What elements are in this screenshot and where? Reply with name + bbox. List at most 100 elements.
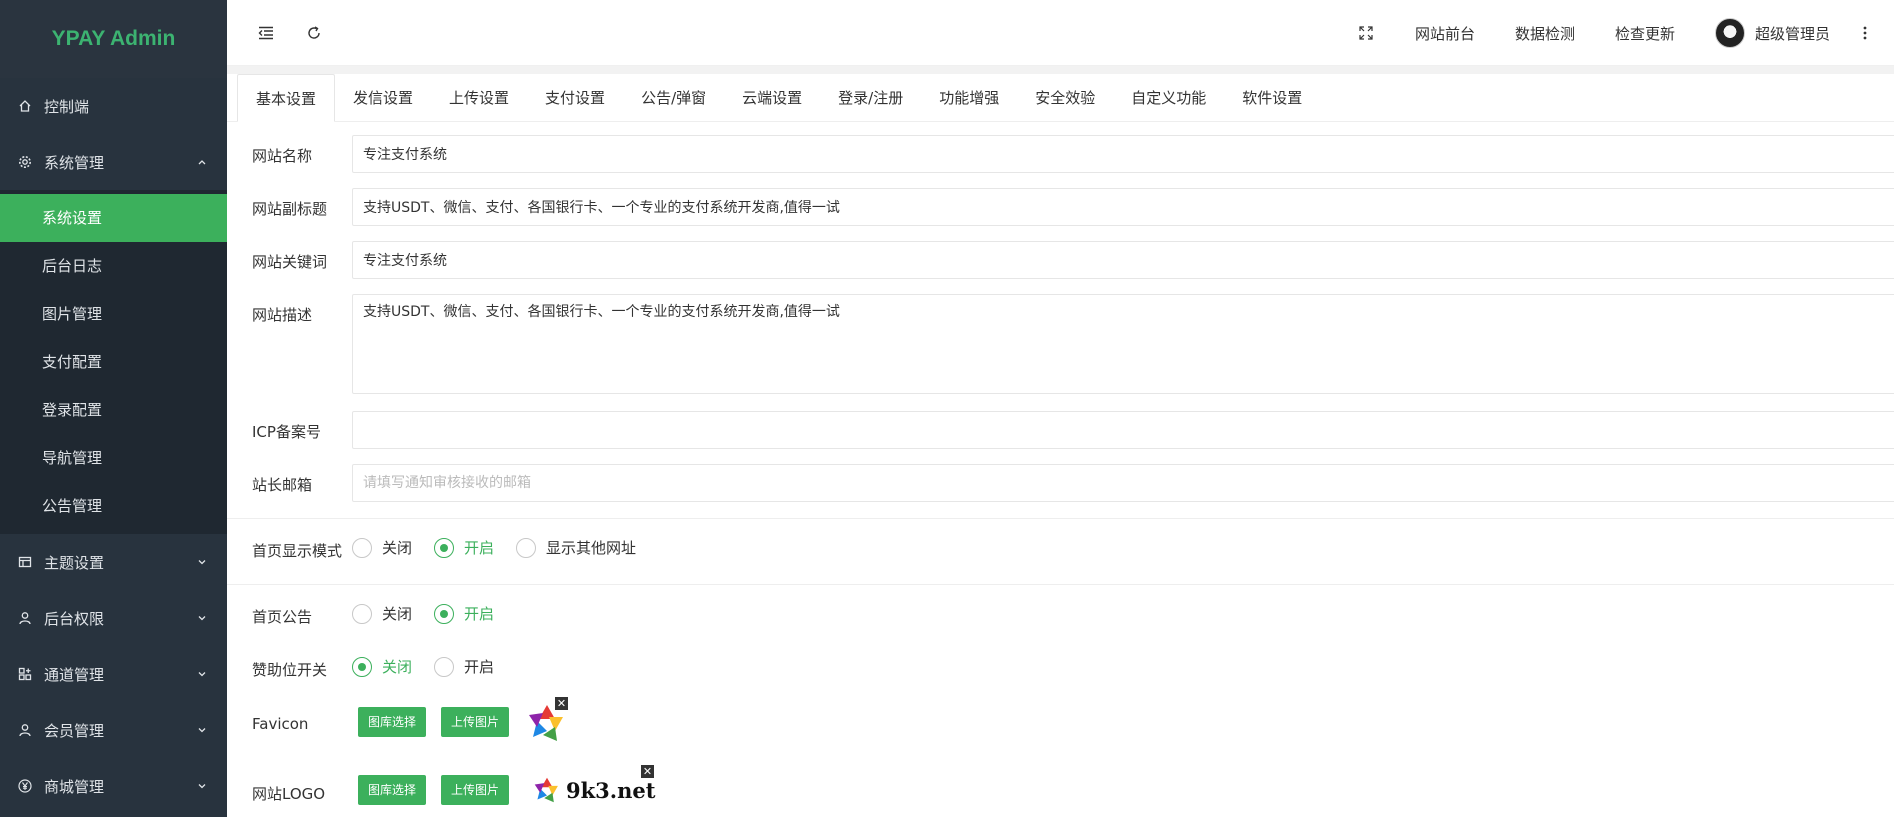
radio-circle xyxy=(434,656,455,677)
sidebar-item-label: 商城管理 xyxy=(44,777,105,796)
form-row-home-notice: 首页公告 关闭 开启 xyxy=(227,591,1894,644)
field-label: 网站副标题 xyxy=(252,200,328,218)
sidebar-subitem-nav[interactable]: 导航管理 xyxy=(0,434,227,482)
favicon-remove-close-icon[interactable]: ✕ xyxy=(555,697,568,710)
sidebar-item-dashboard[interactable]: 控制端 xyxy=(0,78,227,134)
divider xyxy=(227,584,1894,585)
tab-upload[interactable]: 上传设置 xyxy=(431,74,527,121)
form-row-site-name: 网站名称 xyxy=(227,130,1894,183)
refresh-icon[interactable] xyxy=(305,24,323,42)
sidebar-item-system[interactable]: 系统管理 xyxy=(0,134,227,190)
sidebar-item-label: 通道管理 xyxy=(44,665,105,684)
radio-label: 显示其他网址 xyxy=(546,539,637,557)
field-label: 网站关键词 xyxy=(252,253,328,271)
sidebar-item-label: 控制端 xyxy=(44,97,90,116)
admin-email-input[interactable] xyxy=(352,464,1894,502)
tab-login-register[interactable]: 登录/注册 xyxy=(820,74,921,121)
user-icon xyxy=(18,723,32,737)
logo-text: 9k3.net xyxy=(566,777,656,803)
settings-tabs: 基本设置 发信设置 上传设置 支付设置 公告/弹窗 云端设置 登录/注册 功能增… xyxy=(227,74,1894,122)
field-label: 网站名称 xyxy=(252,147,313,165)
yen-icon xyxy=(18,779,32,793)
chevron-down-icon xyxy=(195,723,209,737)
field-label: 站长邮箱 xyxy=(252,476,313,494)
site-keywords-input[interactable] xyxy=(352,241,1894,279)
settings-form: 网站名称 网站副标题 网站关键词 网站描述 支持USDT、微信、支付、各国银行卡… xyxy=(227,122,1894,817)
home-mode-radio-off[interactable]: 关闭 xyxy=(352,537,412,558)
site-name-input[interactable] xyxy=(352,135,1894,173)
avatar xyxy=(1714,18,1745,48)
sidebar-subitem-logs[interactable]: 后台日志 xyxy=(0,242,227,290)
sponsor-radio-off[interactable]: 关闭 xyxy=(352,656,412,677)
radio-circle xyxy=(352,537,372,558)
sidebar-subitem-payment[interactable]: 支付配置 xyxy=(0,338,227,386)
header-link-frontend[interactable]: 网站前台 xyxy=(1415,23,1475,44)
tab-cloud[interactable]: 云端设置 xyxy=(724,74,820,121)
tab-mail[interactable]: 发信设置 xyxy=(335,74,431,121)
sidebar-item-label: 后台权限 xyxy=(44,609,105,628)
radio-label: 关闭 xyxy=(382,605,413,623)
form-row-site-subtitle: 网站副标题 xyxy=(227,183,1894,236)
site-subtitle-input[interactable] xyxy=(352,188,1894,226)
sidebar-subitem-login[interactable]: 登录配置 xyxy=(0,386,227,434)
apps-icon xyxy=(18,667,32,681)
site-logo-preview: 9k3.net xyxy=(532,775,655,805)
home-notice-radio-off[interactable]: 关闭 xyxy=(352,603,412,624)
tab-payment[interactable]: 支付设置 xyxy=(527,74,623,121)
sidebar-item-channels[interactable]: 通道管理 xyxy=(0,646,227,702)
chevron-up-icon xyxy=(195,155,209,169)
tab-custom[interactable]: 自定义功能 xyxy=(1113,74,1224,121)
sidebar-item-members[interactable]: 会员管理 xyxy=(0,702,227,758)
field-label: 首页公告 xyxy=(252,608,313,626)
form-row-icp: ICP备案号 xyxy=(227,406,1894,459)
form-row-site-logo: 网站LOGO 图库选择 上传图片 9k3.net ✕ xyxy=(227,765,1894,817)
divider xyxy=(227,518,1894,519)
sidebar-subitem-images[interactable]: 图片管理 xyxy=(0,290,227,338)
tab-software[interactable]: 软件设置 xyxy=(1224,74,1320,121)
radio-circle xyxy=(352,603,372,624)
header-link-data-check[interactable]: 数据检测 xyxy=(1515,23,1575,44)
gear-icon xyxy=(18,155,32,169)
submenu-system: 系统设置 后台日志 图片管理 支付配置 登录配置 导航管理 公告管理 xyxy=(0,190,227,534)
header-link-check-update[interactable]: 检查更新 xyxy=(1615,23,1675,44)
sidebar-subitem-notice[interactable]: 公告管理 xyxy=(0,482,227,530)
more-vertical-icon[interactable] xyxy=(1856,24,1874,42)
sidebar: YPAY Admin 控制端 系统管理 系统设置 后台日志 图片管理 支付配置 … xyxy=(0,0,227,817)
chevron-down-icon xyxy=(195,611,209,625)
home-notice-radio-on[interactable]: 开启 xyxy=(434,603,494,624)
sidebar-item-label: 会员管理 xyxy=(44,721,105,740)
user-menu[interactable]: 超级管理员 xyxy=(1714,18,1830,48)
tab-basic[interactable]: 基本设置 xyxy=(237,74,336,122)
site-description-textarea[interactable]: 支持USDT、微信、支付、各国银行卡、一个专业的支付系统开发商,值得一试 xyxy=(352,294,1894,394)
home-icon xyxy=(18,99,32,113)
sidebar-item-theme[interactable]: 主题设置 xyxy=(0,534,227,590)
form-row-site-keywords: 网站关键词 xyxy=(227,236,1894,289)
favicon-upload-button[interactable]: 上传图片 xyxy=(441,707,510,737)
sidebar-item-label: 系统管理 xyxy=(44,153,105,172)
content-gap xyxy=(227,66,1894,74)
sidebar-item-label: 主题设置 xyxy=(44,553,105,572)
sponsor-radio-group: 关闭 开启 xyxy=(352,656,516,677)
sidebar-subitem-settings[interactable]: 系统设置 xyxy=(0,194,227,242)
logo-upload-button[interactable]: 上传图片 xyxy=(441,775,510,805)
user-name: 超级管理员 xyxy=(1754,24,1830,43)
icp-input[interactable] xyxy=(352,411,1894,449)
top-header: 网站前台 数据检测 检查更新 超级管理员 xyxy=(227,0,1894,66)
field-label: 网站描述 xyxy=(252,306,313,324)
home-mode-radio-other-url[interactable]: 显示其他网址 xyxy=(516,537,636,558)
home-mode-radio-on[interactable]: 开启 xyxy=(434,537,494,558)
sidebar-item-shop[interactable]: 商城管理 xyxy=(0,758,227,814)
field-label: 网站LOGO xyxy=(252,785,326,803)
tab-security[interactable]: 安全效验 xyxy=(1017,74,1113,121)
favicon-library-button[interactable]: 图库选择 xyxy=(358,707,427,737)
tab-features[interactable]: 功能增强 xyxy=(921,74,1017,121)
menu-fold-icon[interactable] xyxy=(257,24,275,42)
home-mode-radio-group: 关闭 开启 显示其他网址 xyxy=(352,537,658,558)
fullscreen-icon[interactable] xyxy=(1357,24,1375,42)
sponsor-radio-on[interactable]: 开启 xyxy=(434,656,494,677)
logo-remove-close-icon[interactable]: ✕ xyxy=(641,765,654,778)
logo-library-button[interactable]: 图库选择 xyxy=(358,775,427,805)
sidebar-item-permissions[interactable]: 后台权限 xyxy=(0,590,227,646)
tab-notice-popup[interactable]: 公告/弹窗 xyxy=(623,74,724,121)
form-row-site-description: 网站描述 支持USDT、微信、支付、各国银行卡、一个专业的支付系统开发商,值得一… xyxy=(227,289,1894,406)
